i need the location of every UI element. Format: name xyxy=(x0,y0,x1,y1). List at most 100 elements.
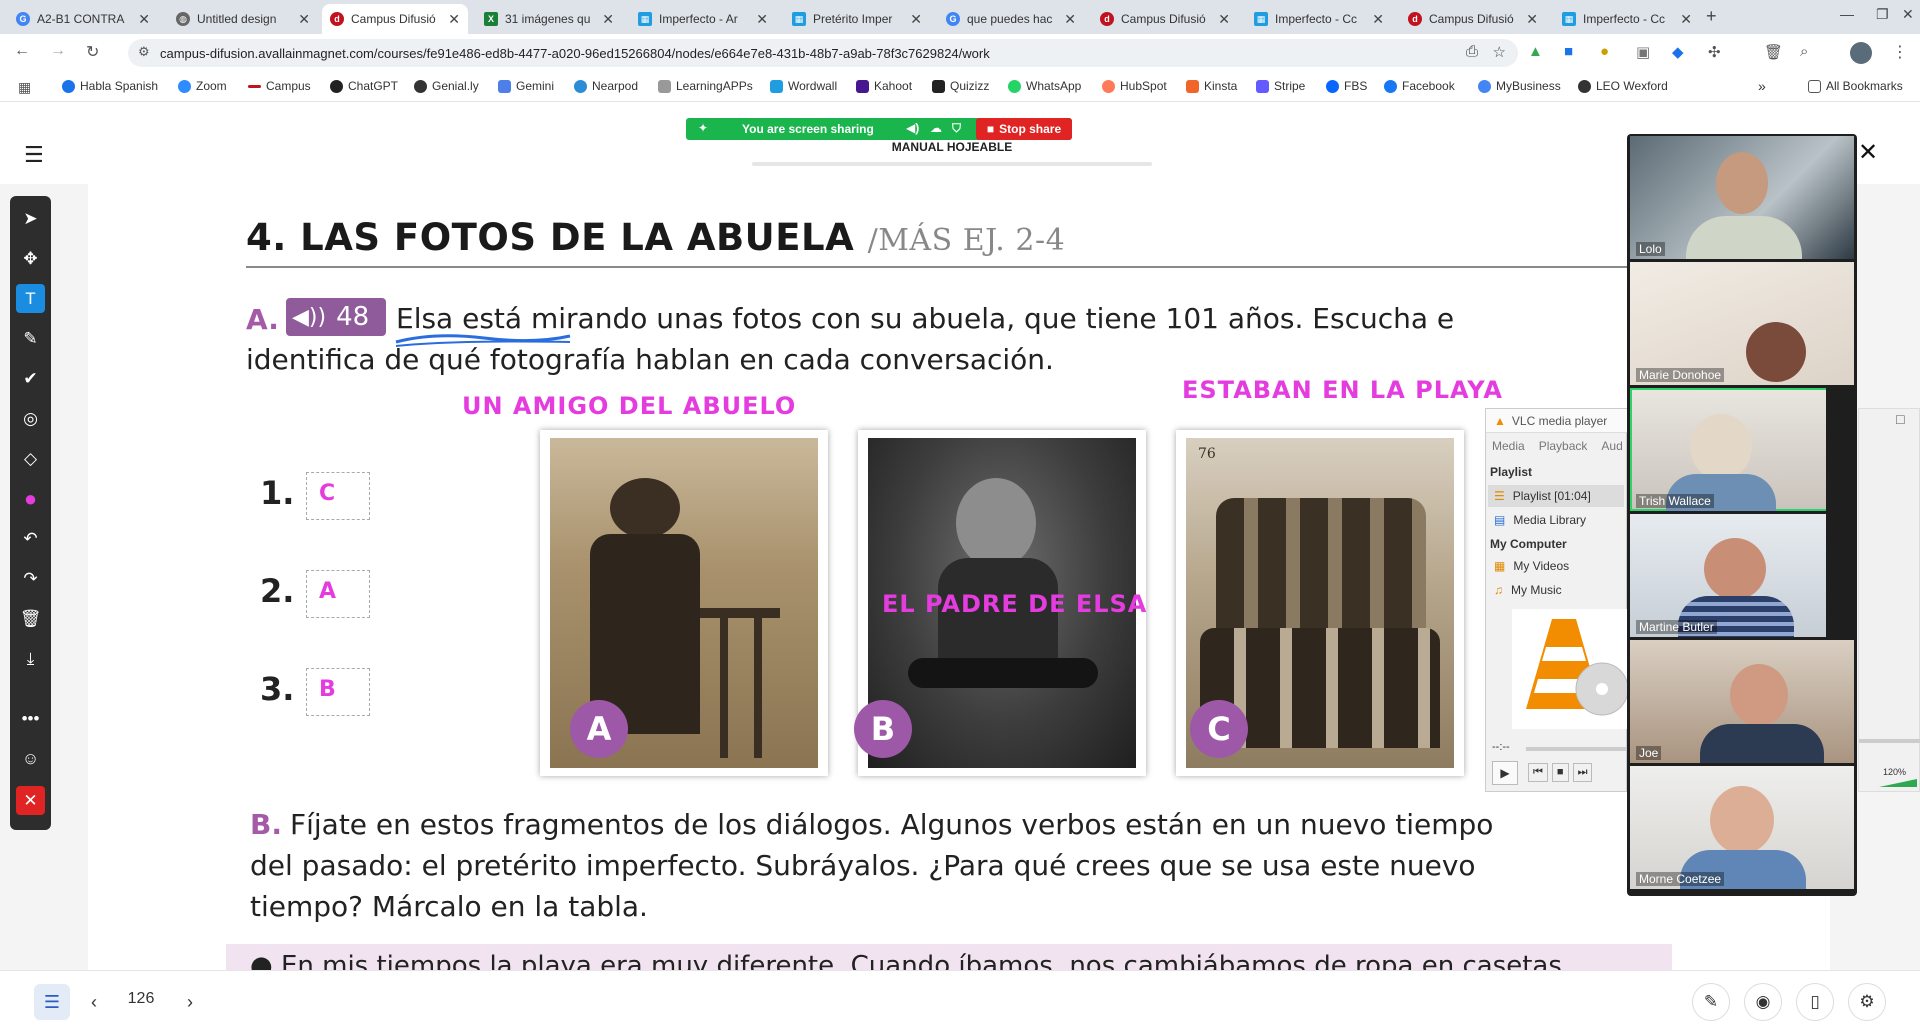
url-field[interactable]: ⚙ campus-difusion.avallainmagnet.com/cou… xyxy=(128,39,1518,67)
site-info-icon[interactable]: ⚙ xyxy=(138,44,150,60)
next-page-button[interactable]: › xyxy=(172,984,208,1020)
vlc-play-button[interactable]: ▶ xyxy=(1492,761,1518,785)
previous-icon[interactable]: ⏮ xyxy=(1528,763,1548,782)
redo-icon[interactable]: ↷ xyxy=(16,564,45,593)
restore-button[interactable]: ❐ xyxy=(1876,6,1889,23)
close-icon[interactable]: ✕ xyxy=(1680,11,1692,28)
bookmark-item[interactable]: Quizizz xyxy=(932,79,989,93)
bookmark-item[interactable]: LearningAPPs xyxy=(658,79,753,93)
back-icon[interactable]: ← xyxy=(14,42,30,60)
tab-0[interactable]: G A2-B1 CONTRA ✕ xyxy=(8,4,158,34)
close-icon[interactable]: ✕ xyxy=(1858,138,1878,167)
forward-icon[interactable]: → xyxy=(50,42,66,60)
pencil-icon[interactable]: ✎ xyxy=(16,324,45,353)
photo-c[interactable]: 76 C xyxy=(1176,430,1464,776)
close-icon[interactable]: ✕ xyxy=(138,11,150,28)
bookmark-item[interactable]: MyBusiness xyxy=(1478,79,1561,93)
tab-5[interactable]: ▦ Pretérito Imper ✕ xyxy=(784,4,930,34)
volume-slider[interactable] xyxy=(1879,779,1917,787)
chevron-right-icon[interactable]: » xyxy=(1758,78,1766,94)
bookmark-item[interactable]: FBS xyxy=(1326,79,1367,93)
bookmark-item[interactable]: Campus xyxy=(248,79,311,93)
install-icon[interactable]: ⎙ xyxy=(1466,43,1478,60)
answer-box-3[interactable]: B xyxy=(306,668,370,716)
vlc-menu-playback[interactable]: Playback xyxy=(1539,439,1588,453)
bookmark-item[interactable]: Stripe xyxy=(1256,79,1305,93)
more-icon[interactable]: ••• xyxy=(16,704,45,733)
color-picker-icon[interactable]: ● xyxy=(16,484,45,513)
apps-icon[interactable]: ▦ xyxy=(18,79,31,96)
vlc-playlist-item[interactable]: ☰ Playlist [01:04] xyxy=(1488,485,1624,507)
close-icon[interactable]: ✕ xyxy=(1064,11,1076,28)
stop-share-button[interactable]: ■ Stop share xyxy=(976,118,1072,140)
download-icon[interactable]: ⤓ xyxy=(16,644,45,673)
star-icon[interactable]: ☆ xyxy=(1493,43,1506,61)
vlc-my-videos[interactable]: ▦ My Videos xyxy=(1494,559,1569,573)
close-toolbar-icon[interactable]: ✕ xyxy=(16,786,45,815)
eraser-icon[interactable]: ◇ xyxy=(16,444,45,473)
participant-video-active-speaker[interactable]: Trish Wallace xyxy=(1630,388,1854,511)
new-tab-button[interactable]: + xyxy=(1706,6,1717,27)
vlc-my-music[interactable]: ♫ My Music xyxy=(1494,583,1562,597)
trash-icon[interactable]: 🗑 xyxy=(1764,43,1783,61)
contents-list-button[interactable]: ☰ xyxy=(34,984,70,1020)
bookmark-item[interactable]: Wordwall xyxy=(770,79,837,93)
tab-6[interactable]: G que puedes hac ✕ xyxy=(938,4,1084,34)
photo-a[interactable]: A xyxy=(540,430,828,776)
vlc-menu-audio[interactable]: Aud xyxy=(1601,439,1622,453)
undo-icon[interactable]: ↶ xyxy=(16,524,45,553)
bookmark-item[interactable]: Nearpod xyxy=(574,79,638,93)
bookmark-item[interactable]: Genial.ly xyxy=(414,79,479,93)
pointer-icon[interactable]: ➤ xyxy=(16,204,45,233)
tab-3[interactable]: X 31 imágenes qu ✕ xyxy=(476,4,622,34)
tab-7[interactable]: d Campus Difusió ✕ xyxy=(1092,4,1238,34)
bookmark-item[interactable]: LEO Wexford xyxy=(1578,79,1668,93)
drive-icon[interactable]: ▲ xyxy=(1528,43,1543,60)
pin-icon[interactable]: ✦ xyxy=(698,121,708,135)
maximize-icon[interactable]: ☐ xyxy=(1895,413,1906,427)
bookmark-item[interactable]: Kinsta xyxy=(1186,79,1237,93)
extension-icon[interactable]: ■ xyxy=(1564,43,1573,60)
bookmark-item[interactable]: Gemini xyxy=(498,79,554,93)
menu-icon[interactable]: ⋮ xyxy=(1892,42,1908,62)
close-icon[interactable]: ✕ xyxy=(910,11,922,28)
close-icon[interactable]: ✕ xyxy=(756,11,768,28)
close-icon[interactable]: ✕ xyxy=(1218,11,1230,28)
next-icon[interactable]: ⏭ xyxy=(1572,763,1593,782)
minimize-button[interactable]: — xyxy=(1840,6,1854,22)
trash-icon[interactable]: 🗑 xyxy=(16,604,45,633)
stop-icon[interactable]: ■ xyxy=(1551,763,1569,782)
answer-box-2[interactable]: A xyxy=(306,570,370,618)
user-icon[interactable]: ☺ xyxy=(16,744,45,773)
participant-video[interactable]: Joe xyxy=(1630,640,1854,763)
all-bookmarks[interactable]: All Bookmarks xyxy=(1808,79,1903,93)
tab-9[interactable]: d Campus Difusió ✕ xyxy=(1400,4,1546,34)
close-window-button[interactable]: ✕ xyxy=(1902,6,1914,23)
tab-8[interactable]: ▦ Imperfecto - Cc ✕ xyxy=(1246,4,1392,34)
previous-page-button[interactable]: ‹ xyxy=(76,984,112,1020)
target-icon[interactable]: ◎ xyxy=(16,404,45,433)
settings-gear-icon[interactable]: ⚙ xyxy=(1848,983,1886,1021)
close-icon[interactable]: ✕ xyxy=(448,11,460,28)
bookmark-item[interactable]: Zoom xyxy=(178,79,227,93)
list-menu-icon[interactable]: ☰ xyxy=(24,142,44,168)
reload-icon[interactable]: ↻ xyxy=(86,42,99,62)
close-icon[interactable]: ✕ xyxy=(298,11,310,28)
move-icon[interactable]: ✥ xyxy=(16,244,45,273)
tab-search-icon[interactable]: ⌕ xyxy=(1800,43,1808,60)
audio-icon[interactable]: ◀) xyxy=(906,121,919,135)
bookmark-item[interactable]: Kahoot xyxy=(856,79,912,93)
close-icon[interactable]: ✕ xyxy=(1372,11,1384,28)
page-number[interactable]: 126 xyxy=(120,990,162,1008)
close-icon[interactable]: ✕ xyxy=(602,11,614,28)
vlc-seek-bar[interactable] xyxy=(1526,747,1626,751)
shield-icon[interactable]: ⛉ xyxy=(952,121,961,136)
extension-icon[interactable]: ▣ xyxy=(1636,43,1650,61)
bookmark-item[interactable]: Habla Spanish xyxy=(62,79,158,93)
participant-video[interactable]: Marie Donohoe xyxy=(1630,262,1854,385)
answer-box-1[interactable]: C xyxy=(306,472,370,520)
tab-2[interactable]: d Campus Difusió ✕ xyxy=(322,4,468,34)
text-tool-icon[interactable]: T xyxy=(16,284,45,313)
bookmark-item[interactable]: HubSpot xyxy=(1102,79,1167,93)
vlc-media-library[interactable]: ▤ Media Library xyxy=(1494,513,1586,527)
